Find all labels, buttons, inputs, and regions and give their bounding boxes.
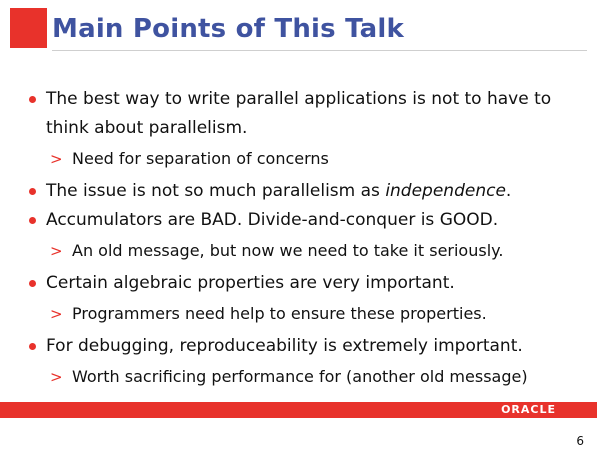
sub-bullet-item: > An old message, but now we need to tak… — [26, 237, 586, 265]
sub-bullet-item: > Programmers need help to ensure these … — [26, 300, 586, 328]
sub-bullet-text: Worth sacrificing performance for (anoth… — [72, 367, 528, 386]
bullet-text-before: The issue is not so much parallelism as — [46, 181, 386, 201]
bullet-dot-icon — [29, 343, 36, 350]
bullet-dot-icon — [29, 280, 36, 287]
oracle-logo: ORACLE — [501, 403, 556, 416]
sub-bullet-text: Need for separation of concerns — [72, 149, 329, 168]
chevron-right-icon: > — [50, 305, 63, 323]
bullet-item: The best way to write parallel applicati… — [26, 85, 586, 143]
sub-bullet-text: An old message, but now we need to take … — [72, 241, 504, 260]
bullet-text: Accumulators are BAD. Divide-and-conquer… — [46, 210, 499, 230]
bullet-item: The issue is not so much parallelism as … — [26, 177, 586, 206]
sub-bullet-item: > Worth sacrificing performance for (ano… — [26, 363, 586, 391]
bullet-dot-icon — [29, 217, 36, 224]
bullet-text-emphasis: independence — [385, 181, 506, 201]
slide-title: Main Points of This Talk — [52, 14, 405, 44]
bullet-list: The best way to write parallel applicati… — [26, 85, 586, 395]
page-number: 6 — [576, 434, 584, 448]
sub-bullet-item: > Need for separation of concerns — [26, 145, 586, 173]
bullet-item: Certain algebraic properties are very im… — [26, 269, 586, 298]
bullet-item: Accumulators are BAD. Divide-and-conquer… — [26, 206, 586, 235]
bullet-item: For debugging, reproduceability is extre… — [26, 332, 586, 361]
title-divider — [52, 50, 587, 51]
chevron-right-icon: > — [50, 242, 63, 260]
bullet-dot-icon — [29, 188, 36, 195]
chevron-right-icon: > — [50, 368, 63, 386]
bullet-dot-icon — [29, 96, 36, 103]
bullet-text: The issue is not so much parallelism as … — [46, 177, 586, 206]
bullet-text-after: . — [505, 181, 512, 201]
bullet-text: Certain algebraic properties are very im… — [46, 273, 455, 293]
bullet-text: The best way to write parallel applicati… — [46, 89, 552, 138]
title-accent-block — [10, 8, 47, 48]
bullet-text: For debugging, reproduceability is extre… — [46, 336, 523, 356]
chevron-right-icon: > — [50, 150, 63, 168]
sub-bullet-text: Programmers need help to ensure these pr… — [72, 304, 487, 323]
slide: Main Points of This Talk The best way to… — [0, 0, 597, 457]
